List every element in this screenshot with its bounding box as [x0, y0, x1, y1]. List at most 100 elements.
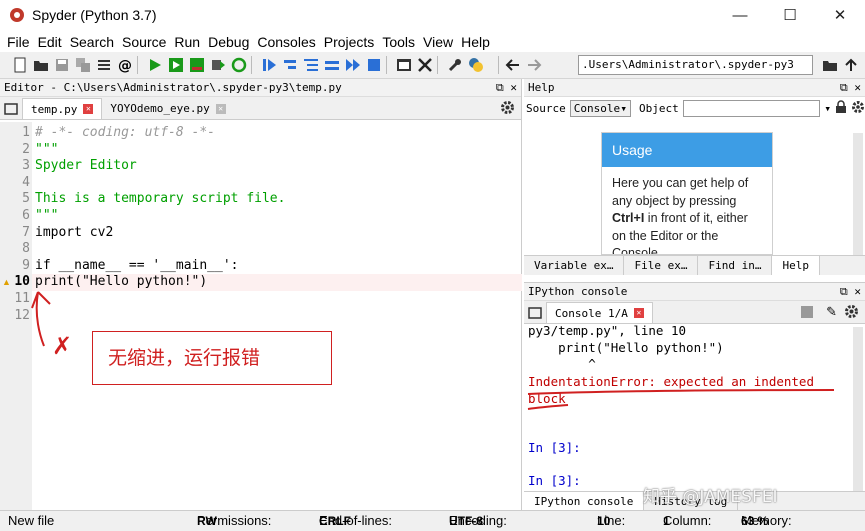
pane-float-close-icon[interactable]: ⧉ ✕ [840, 283, 861, 301]
editor-options-gear-icon[interactable] [500, 100, 515, 118]
window-controls: — ☐ ✕ [715, 0, 865, 30]
help-options-gear-icon[interactable] [851, 100, 865, 117]
rerun-icon[interactable] [231, 57, 247, 73]
menu-edit[interactable]: Edit [38, 34, 63, 50]
save-icon[interactable] [54, 57, 70, 73]
menu-debug[interactable]: Debug [208, 34, 250, 50]
browse-folder-icon[interactable] [822, 57, 838, 73]
maximize-pane-icon[interactable] [396, 57, 412, 73]
menu-search[interactable]: Search [70, 34, 115, 50]
pane-float-close-icon[interactable]: ⧉ ✕ [840, 79, 861, 97]
status-permissions: Permissions: RW [197, 513, 272, 528]
tab-close-icon[interactable]: ✕ [633, 308, 644, 318]
tab-console-1a[interactable]: Console 1/A ✕ [546, 302, 653, 323]
svg-text:@: @ [118, 58, 132, 73]
help-bottom-tabs: Variable ex… File ex… Find in… Help [524, 255, 865, 275]
menu-bar: File Edit Search Source Run Debug Consol… [0, 31, 865, 52]
browse-tabs-icon[interactable] [0, 98, 22, 119]
fullscreen-icon[interactable] [417, 57, 433, 73]
preferences-wrench-icon[interactable] [447, 57, 463, 73]
console-title: IPython console [528, 285, 628, 298]
watermark: 知乎 @JAMESFEI [643, 487, 778, 507]
menu-consoles[interactable]: Consoles [257, 34, 316, 50]
code-line: 1 # -*- coding: utf-8 -*- [22, 125, 216, 140]
status-file: New file [8, 513, 55, 528]
tab-close-icon[interactable]: ✕ [215, 103, 226, 114]
console-options-gear-icon[interactable] [844, 304, 859, 322]
at-icon[interactable]: @ [117, 57, 133, 74]
tab-label: Console 1/A [555, 306, 628, 320]
status-eol: End-of-lines: CRLF [319, 513, 392, 528]
console-line: print("Hello python!") [528, 339, 724, 355]
new-file-icon[interactable] [12, 57, 28, 73]
browse-tabs-icon[interactable] [524, 302, 546, 323]
step-icon[interactable] [282, 57, 298, 73]
parent-directory-icon[interactable] [843, 57, 859, 73]
code-line: 3 Spyder Editor [22, 158, 137, 174]
tab-temp-py[interactable]: temp.py ✕ [22, 98, 103, 119]
tab-ipython-console[interactable]: IPython console [524, 492, 645, 511]
tab-variable-explorer[interactable]: Variable ex… [524, 256, 625, 275]
continue-icon[interactable] [345, 57, 361, 73]
run-selection-icon[interactable] [210, 57, 226, 73]
menu-help[interactable]: Help [461, 34, 491, 50]
lock-icon[interactable] [835, 99, 847, 117]
console-line: py3/temp.py", line 10 [528, 323, 687, 338]
console-header: IPython console ⧉ ✕ [524, 283, 865, 301]
tab-help[interactable]: Help [772, 256, 820, 275]
menu-tools[interactable]: Tools [382, 34, 416, 50]
tab-yoyodemo-eye-py[interactable]: YOYOdemo_eye.py ✕ [102, 98, 233, 119]
code-line: 7 import cv2 [22, 224, 114, 240]
list-icon[interactable] [96, 57, 112, 73]
close-button[interactable]: ✕ [815, 0, 865, 30]
step-return-icon[interactable] [324, 57, 340, 73]
open-file-icon[interactable] [33, 57, 49, 73]
run-icon[interactable] [147, 57, 163, 73]
menu-source[interactable]: Source [122, 34, 167, 50]
menu-run[interactable]: Run [174, 34, 201, 50]
toolbar-separator [498, 56, 499, 74]
minimize-button[interactable]: — [715, 0, 765, 30]
help-scrollbar[interactable] [853, 133, 863, 255]
object-dropdown-icon[interactable]: ▾ [824, 102, 831, 115]
object-label: Object [638, 101, 679, 115]
tab-file-explorer[interactable]: File ex… [624, 256, 699, 275]
help-pane: Help ⧉ ✕ Source Console ▾ Object ▾ Usage … [524, 79, 865, 282]
object-input[interactable] [682, 99, 821, 117]
back-arrow-icon[interactable] [505, 57, 521, 73]
tab-close-icon[interactable]: ✕ [83, 104, 94, 114]
tab-label: YOYOdemo_eye.py [110, 102, 210, 115]
stop-icon[interactable] [366, 57, 382, 73]
interrupt-stop-icon[interactable] [801, 306, 813, 318]
editor-header: Editor - C:\Users\Administrator\.spyder-… [0, 79, 521, 97]
python-path-icon[interactable] [468, 57, 484, 73]
annotation-callout: 无缩进，运行报错 [92, 331, 332, 385]
console-prompt: In [3]: [528, 473, 581, 488]
save-all-icon[interactable] [75, 57, 91, 73]
menu-view[interactable]: View [423, 34, 454, 50]
code-line: 4 [22, 174, 30, 190]
tab-find-in-files[interactable]: Find in… [698, 256, 773, 275]
maximize-button[interactable]: ☐ [765, 0, 815, 30]
working-directory-input[interactable]: .Users\Administrator\.spyder-py3 [578, 55, 813, 75]
code-line: 8 [22, 241, 30, 257]
step-into-icon[interactable] [303, 57, 319, 73]
source-select[interactable]: Console ▾ [569, 99, 631, 117]
run-cell-icon[interactable] [168, 57, 184, 73]
spyder-app-icon [10, 8, 24, 22]
run-cell-advance-icon[interactable] [189, 57, 205, 73]
clear-eraser-icon[interactable]: ✎ [826, 304, 837, 320]
forward-arrow-icon[interactable] [526, 57, 542, 73]
code-line: 10 print("Hello python!") [14, 274, 208, 290]
console-scrollbar[interactable] [853, 327, 863, 491]
code-editor[interactable]: 1 # -*- coding: utf-8 -*- 2 """ 3 Spyder Ed… [0, 122, 522, 510]
debug-icon[interactable] [261, 57, 277, 73]
usage-title: Usage [602, 133, 772, 167]
toolbar-separator [437, 56, 438, 74]
console-line: ^ [528, 356, 596, 371]
menu-projects[interactable]: Projects [324, 34, 376, 50]
pane-float-close-icon[interactable]: ⧉ ✕ [496, 79, 517, 97]
status-memory: Memory: 63 % [741, 513, 792, 528]
menu-file[interactable]: File [7, 34, 31, 50]
usage-text: Here you can get help of any object by p… [612, 176, 749, 255]
